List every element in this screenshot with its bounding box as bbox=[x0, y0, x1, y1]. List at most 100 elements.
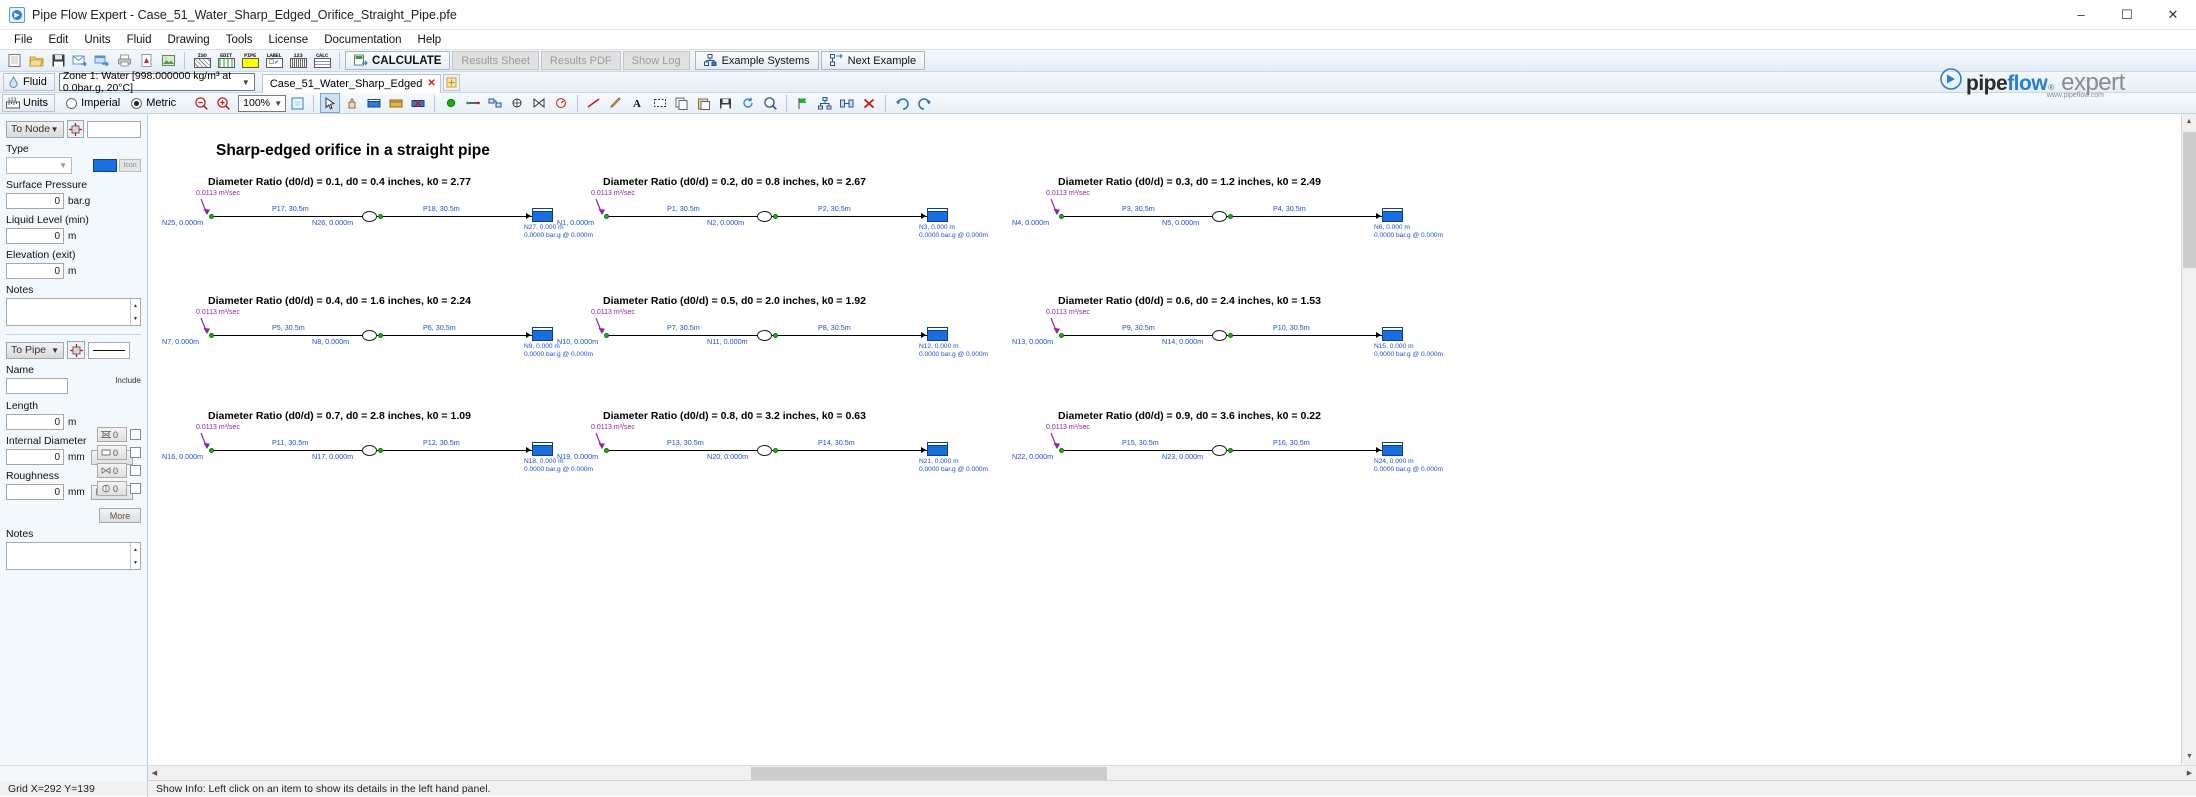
pipe-network[interactable]: N19, 0.000m 0.0113 m³/sec P13, 30.5m N20… bbox=[543, 424, 988, 504]
node-name-field[interactable] bbox=[87, 120, 141, 138]
pipe-network[interactable]: N7, 0.000m 0.0113 m³/sec P5, 30.5m N8, 0… bbox=[148, 309, 593, 389]
pipe-network[interactable]: N4, 0.000m 0.0113 m³/sec P3, 30.5m N5, 0… bbox=[998, 190, 1443, 270]
results-sheet-button[interactable]: Results Sheet bbox=[452, 51, 539, 70]
orifice-symbol[interactable] bbox=[362, 445, 377, 456]
liquid-level-input[interactable]: 0 bbox=[6, 228, 64, 244]
pencil-icon[interactable] bbox=[606, 93, 626, 113]
to-pipe-combo[interactable]: To Pipe ▼ bbox=[6, 341, 64, 359]
print-icon[interactable] bbox=[114, 51, 134, 71]
menu-item-drawing[interactable]: Drawing bbox=[160, 32, 218, 48]
pump-icon[interactable] bbox=[507, 93, 527, 113]
add-tank-icon[interactable] bbox=[386, 93, 406, 113]
add-node-icon[interactable] bbox=[364, 93, 384, 113]
roughness-input[interactable]: 0 bbox=[6, 484, 64, 500]
undo-icon[interactable] bbox=[892, 93, 912, 113]
calc-tool-button[interactable]: CALC bbox=[311, 51, 333, 71]
name-input[interactable] bbox=[6, 378, 68, 394]
pipe-locate-button[interactable] bbox=[67, 341, 85, 359]
mid-node[interactable] bbox=[773, 448, 778, 453]
close-button[interactable]: ✕ bbox=[2150, 0, 2196, 30]
menu-item-edit[interactable]: Edit bbox=[41, 32, 77, 48]
menu-item-fluid[interactable]: Fluid bbox=[119, 32, 160, 48]
orifice-symbol[interactable] bbox=[757, 445, 772, 456]
new-file-icon[interactable] bbox=[4, 51, 24, 71]
menu-item-tools[interactable]: Tools bbox=[218, 32, 261, 48]
elevation-input[interactable]: 0 bbox=[6, 263, 64, 279]
save-icon[interactable] bbox=[48, 51, 68, 71]
text-tool-icon[interactable]: A bbox=[628, 93, 648, 113]
pump-checkbox[interactable] bbox=[130, 483, 141, 494]
mid-node[interactable] bbox=[773, 333, 778, 338]
scroll-down-arrow[interactable]: ▼ bbox=[2183, 750, 2196, 763]
menu-item-documentation[interactable]: Documentation bbox=[316, 32, 409, 48]
label-tool-button[interactable]: LABEL ☐✓ bbox=[263, 51, 285, 71]
outlet-tank[interactable] bbox=[1382, 445, 1403, 456]
valves-checkbox[interactable] bbox=[130, 447, 141, 458]
valves-button[interactable]: 0 bbox=[97, 445, 127, 460]
control-valve-button[interactable]: 0 bbox=[97, 463, 127, 478]
length-input[interactable]: 0 bbox=[6, 414, 64, 430]
menu-item-license[interactable]: License bbox=[261, 32, 317, 48]
numbers-tool-button[interactable]: 123 bbox=[287, 51, 309, 71]
draw-line-icon[interactable] bbox=[584, 93, 604, 113]
email-icon[interactable] bbox=[70, 51, 90, 71]
orifice-symbol[interactable] bbox=[1212, 445, 1227, 456]
delete-node-icon[interactable] bbox=[408, 93, 428, 113]
close-icon[interactable]: ✕ bbox=[427, 78, 435, 89]
calculate-button[interactable]: CALCULATE bbox=[345, 51, 451, 70]
iso-view-button[interactable]: ISO bbox=[191, 51, 213, 71]
menu-item-help[interactable]: Help bbox=[410, 32, 450, 48]
metric-radio[interactable]: Metric bbox=[131, 97, 176, 109]
paste-icon[interactable] bbox=[694, 93, 714, 113]
outlet-tank[interactable] bbox=[927, 445, 948, 456]
orifice-symbol[interactable] bbox=[757, 211, 772, 222]
notes-spinner[interactable]: ▲ ▼ bbox=[130, 299, 140, 325]
imperial-radio[interactable]: Imperial bbox=[66, 97, 120, 109]
horizontal-scroll-thumb[interactable] bbox=[751, 766, 1107, 780]
notes2-spinner[interactable]: ▲ ▼ bbox=[130, 543, 140, 569]
notes-input[interactable]: ▲ ▼ bbox=[6, 298, 141, 326]
new-tab-button[interactable] bbox=[442, 73, 460, 91]
mid-node[interactable] bbox=[773, 214, 778, 219]
delete-icon[interactable] bbox=[859, 93, 879, 113]
internal-diameter-input[interactable]: 0 bbox=[6, 449, 64, 465]
pan-tool-icon[interactable] bbox=[342, 93, 362, 113]
mid-node[interactable] bbox=[1228, 448, 1233, 453]
fittings-button[interactable]: 0 bbox=[97, 427, 127, 442]
node-locate-button[interactable] bbox=[66, 120, 85, 138]
group-icon[interactable] bbox=[837, 93, 857, 113]
scroll-up-arrow[interactable]: ▲ bbox=[2183, 115, 2196, 128]
export-icon[interactable] bbox=[92, 51, 112, 71]
orifice-symbol[interactable] bbox=[1212, 211, 1227, 222]
refresh-icon[interactable] bbox=[738, 93, 758, 113]
pipe-style-preview[interactable] bbox=[88, 341, 130, 359]
edit-mode-button[interactable]: EDIT bbox=[215, 51, 237, 71]
scroll-left-arrow[interactable]: ◀ bbox=[148, 767, 161, 780]
orifice-symbol[interactable] bbox=[1212, 330, 1227, 341]
pump-button[interactable]: 0 bbox=[97, 481, 127, 496]
mid-node[interactable] bbox=[378, 448, 383, 453]
outlet-tank[interactable] bbox=[1382, 211, 1403, 222]
results-pdf-button[interactable]: Results PDF bbox=[540, 51, 621, 70]
orifice-symbol[interactable] bbox=[757, 330, 772, 341]
fittings-checkbox[interactable] bbox=[130, 429, 141, 440]
drawing-canvas[interactable]: Sharp-edged orifice in a straight pipe D… bbox=[148, 114, 2181, 765]
show-log-button[interactable]: Show Log bbox=[622, 51, 690, 70]
next-example-button[interactable]: Next Example bbox=[820, 51, 926, 70]
zoom-in-icon[interactable] bbox=[213, 93, 233, 113]
flag-green-icon[interactable] bbox=[793, 93, 813, 113]
outlet-tank[interactable] bbox=[1382, 330, 1403, 341]
mid-node[interactable] bbox=[378, 214, 383, 219]
type-combo[interactable]: ▼ bbox=[6, 157, 72, 174]
mid-node[interactable] bbox=[378, 333, 383, 338]
outlet-tank[interactable] bbox=[927, 211, 948, 222]
save-view-icon[interactable] bbox=[716, 93, 736, 113]
document-tab[interactable]: Case_51_Water_Sharp_Edged ✕ bbox=[261, 73, 441, 93]
image-export-icon[interactable] bbox=[158, 51, 178, 71]
pipe-network[interactable]: N25, 0.000m 0.0113 m³/sec P17, 30.5m N26… bbox=[148, 190, 593, 270]
mid-node[interactable] bbox=[1228, 214, 1233, 219]
menu-item-file[interactable]: File bbox=[6, 32, 41, 48]
magnifier-icon[interactable] bbox=[760, 93, 780, 113]
scroll-right-arrow[interactable]: ▶ bbox=[2183, 767, 2196, 780]
vertical-scrollbar[interactable]: ▲ ▼ bbox=[2181, 114, 2196, 765]
